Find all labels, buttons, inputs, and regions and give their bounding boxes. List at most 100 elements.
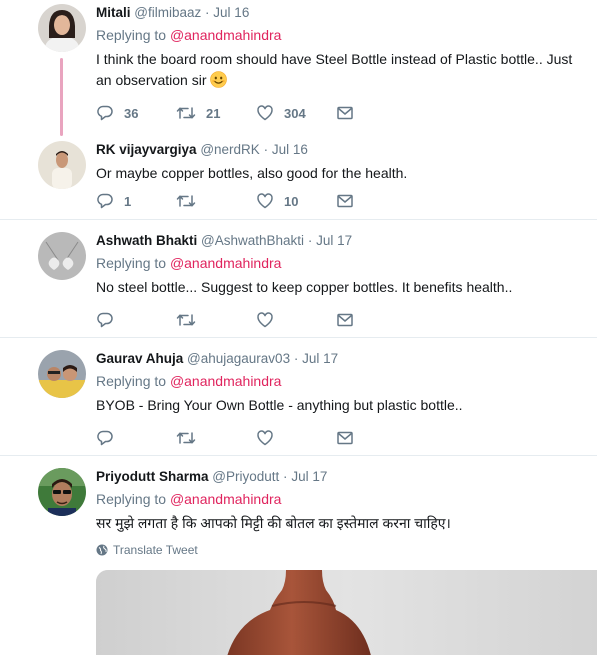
tweet-mitali[interactable]: Mitali @filmibaaz · Jul 16 Replying to @… (0, 0, 597, 135)
heart-icon (257, 430, 273, 446)
user-handle[interactable]: @nerdRK (200, 142, 259, 157)
envelope-icon (337, 194, 353, 208)
dm-button[interactable] (336, 429, 416, 447)
reply-icon (97, 312, 113, 328)
tweet-actions: 1 10 (96, 191, 416, 211)
timestamp[interactable]: Jul 17 (291, 469, 327, 484)
like-button[interactable] (256, 311, 336, 329)
tweet-header: Ashwath Bhakti @AshwathBhakti · Jul 17 (96, 232, 591, 250)
dm-button[interactable] (336, 104, 416, 122)
reply-icon (97, 105, 113, 121)
retweet-icon (176, 195, 196, 207)
tweet-actions (96, 310, 416, 330)
reply-button[interactable] (96, 429, 176, 447)
replying-to-label: Replying to (96, 255, 167, 271)
display-name[interactable]: Ashwath Bhakti (96, 233, 197, 248)
tweet-header: Gaurav Ahuja @ahujagaurav03 · Jul 17 (96, 350, 591, 368)
reply-icon (97, 193, 113, 209)
retweet-button[interactable] (176, 429, 256, 447)
separator: · (263, 142, 269, 157)
display-name[interactable]: Mitali (96, 5, 131, 20)
translate-label: Translate Tweet (113, 543, 198, 557)
retweet-icon (176, 314, 196, 326)
retweet-button[interactable] (176, 311, 256, 329)
reply-count: 36 (124, 105, 139, 121)
like-count: 304 (284, 105, 306, 121)
envelope-icon (337, 431, 353, 445)
tweet-media-image[interactable] (96, 570, 597, 655)
tweet-actions: 36 21 304 (96, 103, 416, 123)
separator: · (307, 233, 313, 248)
replying-to-label: Replying to (96, 373, 167, 389)
tweet-text: BYOB - Bring Your Own Bottle - anything … (96, 397, 463, 413)
thread-line (60, 58, 63, 136)
reply-count: 1 (124, 193, 132, 209)
avatar[interactable] (38, 468, 86, 516)
tweet-header: Mitali @filmibaaz · Jul 16 (96, 4, 591, 22)
tweet-text: सर मुझे लगता है कि आपको मिट्टी की बोतल क… (96, 515, 451, 531)
tweet-ashwath-bhakti[interactable]: Ashwath Bhakti @AshwathBhakti · Jul 17 R… (0, 220, 597, 338)
timestamp[interactable]: Jul 16 (213, 5, 249, 20)
user-handle[interactable]: @ahujagaurav03 (187, 351, 290, 366)
globe-icon (96, 544, 108, 556)
replying-to-label: Replying to (96, 491, 167, 507)
like-button[interactable]: 10 (256, 192, 336, 210)
envelope-icon (337, 313, 353, 327)
reply-feed: Mitali @filmibaaz · Jul 16 Replying to @… (0, 0, 597, 655)
avatar[interactable] (38, 350, 86, 398)
avatar[interactable] (38, 232, 86, 280)
timestamp[interactable]: Jul 17 (302, 351, 338, 366)
tweet-priyodutt-sharma[interactable]: Priyodutt Sharma @Priyodutt · Jul 17 Rep… (0, 456, 597, 655)
retweet-icon (176, 107, 196, 119)
user-handle[interactable]: @Priyodutt (212, 469, 279, 484)
tweet-header: RK vijayvargiya @nerdRK · Jul 16 (96, 141, 591, 159)
avatar[interactable] (38, 141, 86, 189)
tweet-rk-vijayvargiya[interactable]: RK vijayvargiya @nerdRK · Jul 16 Or mayb… (0, 135, 597, 220)
like-button[interactable]: 304 (256, 104, 336, 122)
tweet-gaurav-ahuja[interactable]: Gaurav Ahuja @ahujagaurav03 · Jul 17 Rep… (0, 338, 597, 456)
translate-tweet-link[interactable]: Translate Tweet (96, 543, 591, 557)
heart-icon (257, 193, 273, 209)
user-handle[interactable]: @filmibaaz (134, 5, 201, 20)
dm-button[interactable] (336, 192, 416, 210)
reply-button[interactable] (96, 311, 176, 329)
retweet-icon (176, 432, 196, 444)
tweet-text-body: I think the board room should have Steel… (96, 51, 573, 88)
retweet-button[interactable] (176, 192, 256, 210)
heart-icon (257, 312, 273, 328)
timestamp[interactable]: Jul 16 (272, 142, 308, 157)
tweet-text: No steel bottle... Suggest to keep coppe… (96, 279, 513, 295)
smiling-face-emoji (209, 71, 227, 88)
mention-link[interactable]: @anandmahindra (170, 491, 282, 507)
replying-to: Replying to @anandmahindra (96, 254, 591, 273)
like-count: 10 (284, 193, 299, 209)
replying-to-label: Replying to (96, 27, 167, 43)
timestamp[interactable]: Jul 17 (316, 233, 352, 248)
dm-button[interactable] (336, 311, 416, 329)
retweet-button[interactable]: 21 (176, 104, 256, 122)
mention-link[interactable]: @anandmahindra (170, 27, 282, 43)
tweet-text: Or maybe copper bottles, also good for t… (96, 165, 408, 181)
heart-icon (257, 105, 273, 121)
display-name[interactable]: Priyodutt Sharma (96, 469, 209, 484)
avatar[interactable] (38, 4, 86, 52)
separator: · (283, 469, 288, 484)
reply-button[interactable]: 1 (96, 192, 176, 210)
reply-icon (97, 430, 113, 446)
reply-button[interactable]: 36 (96, 104, 176, 122)
user-handle[interactable]: @AshwathBhakti (201, 233, 304, 248)
replying-to: Replying to @anandmahindra (96, 490, 591, 509)
display-name[interactable]: Gaurav Ahuja (96, 351, 183, 366)
tweet-header: Priyodutt Sharma @Priyodutt · Jul 17 (96, 468, 591, 486)
replying-to: Replying to @anandmahindra (96, 372, 591, 391)
replying-to: Replying to @anandmahindra (96, 26, 591, 45)
envelope-icon (337, 106, 353, 120)
mention-link[interactable]: @anandmahindra (170, 255, 282, 271)
separator: · (293, 351, 299, 366)
separator: · (205, 5, 210, 20)
retweet-count: 21 (206, 105, 221, 121)
display-name[interactable]: RK vijayvargiya (96, 142, 197, 157)
tweet-actions (96, 428, 416, 448)
mention-link[interactable]: @anandmahindra (170, 373, 282, 389)
like-button[interactable] (256, 429, 336, 447)
